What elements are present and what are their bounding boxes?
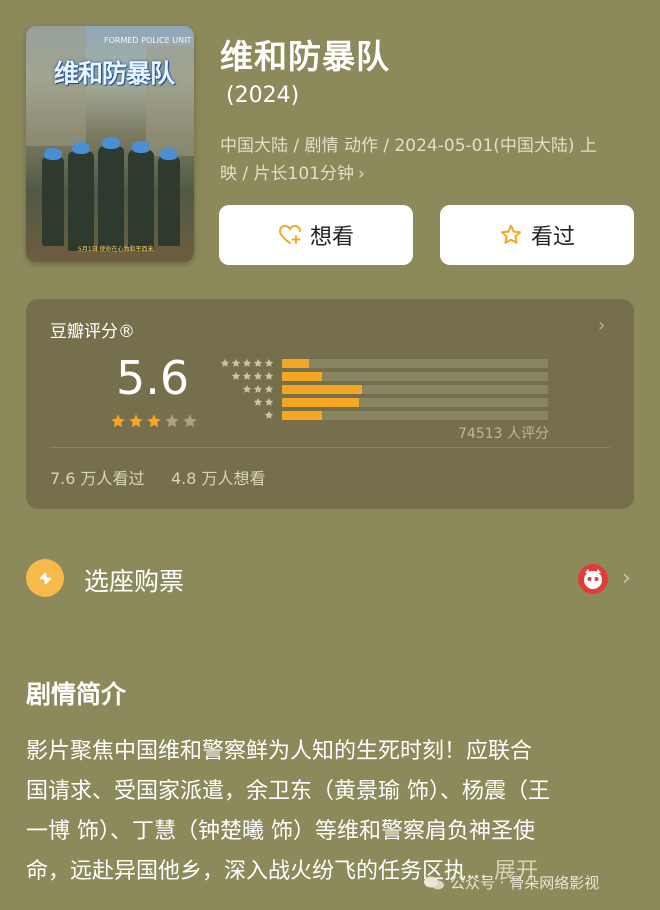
star-icon <box>231 371 241 380</box>
poster-figure <box>158 156 180 246</box>
buy-tickets-label[interactable]: 选座购票 <box>84 562 184 598</box>
synopsis-line: 影片聚焦中国维和警察鲜为人知的生死时刻！应联合 <box>26 739 533 764</box>
rating-card[interactable]: 豆瓣评分® › 5.6 74513 人评分 7.6 万人看过 4.8 万人想看 <box>26 299 634 509</box>
synopsis-line: 国请求、受国家派遣，余卫东（黄景瑜 饰）、杨震（王 <box>26 779 550 804</box>
star-icon <box>264 397 274 406</box>
movie-poster[interactable]: FORMED POLICE UNIT 维和防暴队 5月1日 使命在心为和平而来 <box>26 26 194 262</box>
chevron-right-icon: › <box>357 164 365 184</box>
rating-bar-fill <box>282 358 309 368</box>
movie-title: 维和防暴队 <box>220 37 390 76</box>
rating-bar-fill <box>282 410 322 420</box>
rating-bar-fill <box>282 371 322 381</box>
rating-source-label: 豆瓣评分® <box>50 322 135 342</box>
rating-count: 74513 人评分 <box>458 426 549 442</box>
star-icon <box>264 410 274 419</box>
heart-plus-icon <box>278 224 301 244</box>
rating-bar-stars <box>216 397 274 407</box>
poster-helmet <box>44 148 62 160</box>
poster-helmet <box>132 141 150 153</box>
poster-figure <box>128 150 154 250</box>
watermark: 公众号 · 骨朵网络影视 <box>424 872 599 893</box>
poster-figure <box>68 151 94 251</box>
watched-button[interactable]: 看过 <box>440 205 634 265</box>
poster-figure <box>42 156 64 246</box>
poster-figure <box>98 146 124 251</box>
synopsis-text: 影片聚焦中国维和警察鲜为人知的生死时刻！应联合 国请求、受国家派遣，余卫东（黄景… <box>26 732 636 892</box>
rating-bar-track <box>282 384 548 394</box>
rating-bar-track <box>282 397 548 407</box>
rating-bar-stars <box>216 358 274 368</box>
chevron-right-icon[interactable]: › <box>622 566 631 591</box>
poster-tagline: 5月1日 使命在心为和平而来 <box>78 246 154 253</box>
rating-bar-3-star <box>216 383 548 395</box>
watched-count: 7.6 万人看过 <box>50 469 145 488</box>
poster-top-text: FORMED POLICE UNIT <box>104 36 192 45</box>
ticket-icon <box>26 559 64 597</box>
movie-meta[interactable]: 中国大陆 / 剧情 动作 / 2024-05-01(中国大陆) 上 映 / 片长… <box>220 132 635 188</box>
star-empty-icon <box>183 414 197 428</box>
star-icon <box>242 384 252 393</box>
star-icon <box>220 358 230 367</box>
want-to-watch-label: 想看 <box>309 225 354 250</box>
rating-bar-4-star <box>216 370 548 382</box>
rating-bar-track <box>282 358 548 368</box>
rating-bar-1-star <box>216 409 548 421</box>
star-filled-icon <box>129 414 143 428</box>
star-icon <box>264 384 274 393</box>
movie-year: (2024) <box>226 83 300 108</box>
star-icon <box>242 358 252 367</box>
rating-bar-fill <box>282 397 360 407</box>
star-filled-icon <box>147 414 161 428</box>
synopsis-line: 命，远赴异国他乡，深入战火纷飞的任务区执... <box>26 859 487 884</box>
poster-helmet <box>72 142 90 154</box>
rating-bar-track <box>282 410 548 420</box>
cat-eye-logo-icon <box>578 564 608 594</box>
star-empty-icon <box>165 414 179 428</box>
rating-bar-stars <box>216 384 274 394</box>
synopsis-line: 一博 饰）、丁慧（钟楚曦 饰）等维和警察肩负神圣使 <box>26 819 535 844</box>
movie-meta-line1: 中国大陆 / 剧情 动作 / 2024-05-01(中国大陆) 上 <box>220 136 597 156</box>
rating-bar-stars <box>216 410 274 420</box>
wanted-count: 4.8 万人想看 <box>171 469 266 488</box>
rating-bar-stars <box>216 371 274 381</box>
divider <box>50 447 610 448</box>
watermark-text: 公众号 · 骨朵网络影视 <box>450 874 600 892</box>
rating-score: 5.6 <box>116 351 190 405</box>
star-icon <box>253 358 263 367</box>
rating-bar-fill <box>282 384 362 394</box>
rating-stars <box>110 413 198 429</box>
star-icon <box>253 371 263 380</box>
wechat-icon <box>424 876 444 889</box>
poster-title: 维和防暴队 <box>54 59 175 88</box>
synopsis-heading: 剧情简介 <box>26 680 127 709</box>
star-icon <box>264 358 274 367</box>
star-icon <box>253 384 263 393</box>
star-icon <box>500 224 521 244</box>
movie-meta-line2: 映 / 片长101分钟 <box>220 164 354 184</box>
chevron-right-icon[interactable]: › <box>598 315 605 336</box>
rating-bar-track <box>282 371 548 381</box>
rating-bar-5-star <box>216 357 548 369</box>
rating-bar-2-star <box>216 396 548 408</box>
poster-helmet <box>160 148 178 160</box>
star-icon <box>231 358 241 367</box>
want-to-watch-button[interactable]: 想看 <box>219 205 413 265</box>
star-icon <box>253 397 263 406</box>
poster-helmet <box>102 137 120 149</box>
watched-label: 看过 <box>530 225 575 250</box>
star-icon <box>264 371 274 380</box>
star-icon <box>242 371 252 380</box>
star-filled-icon <box>111 414 125 428</box>
